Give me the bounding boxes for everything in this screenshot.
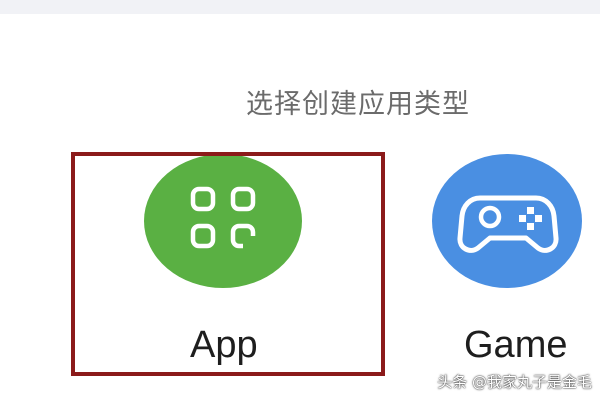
gamepad-icon <box>457 195 559 253</box>
selection-highlight-box <box>71 152 385 376</box>
app-type-circle <box>432 154 582 288</box>
app-type-label: Game <box>464 324 568 366</box>
app-type-option-game[interactable]: Game <box>432 150 582 370</box>
watermark: 头条 @我家丸子是金毛 <box>437 373 592 391</box>
top-bar <box>0 0 600 14</box>
page-heading: 选择创建应用类型 <box>246 89 470 120</box>
